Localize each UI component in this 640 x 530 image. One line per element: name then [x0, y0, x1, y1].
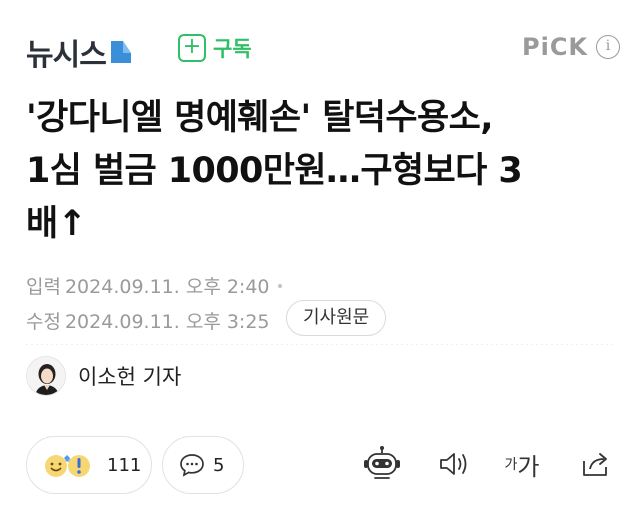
speaker-icon	[440, 453, 467, 475]
headline-line: 배↑	[26, 204, 87, 244]
comment-button[interactable]: 5	[162, 436, 244, 494]
logo-mark-icon	[110, 41, 131, 63]
original-article-button[interactable]: 기사원문	[286, 300, 387, 336]
separator-dot	[277, 283, 282, 288]
reporter-byline[interactable]: 이소헌 기자	[26, 356, 181, 396]
pick-badge: PiCK i	[522, 33, 621, 61]
reaction-count: 111	[107, 454, 142, 476]
reaction-button[interactable]: 111	[26, 436, 152, 494]
article-action-bar: 111 5 가가	[0, 436, 640, 496]
modified-label: 수정	[26, 311, 61, 333]
share-button[interactable]	[576, 444, 616, 484]
published-info: 입력 2024.09.11. 오후 2:40	[26, 272, 282, 299]
avatar-portrait-icon	[27, 357, 65, 395]
share-icon	[583, 453, 607, 476]
subscribe-label: 구독	[213, 37, 252, 61]
comment-count: 5	[213, 454, 225, 476]
article-header: 뉴시스 + 구독 PiCK i	[0, 0, 640, 96]
info-icon[interactable]: i	[596, 35, 621, 59]
font-size-small-label: 가	[504, 457, 518, 473]
published-label: 입력	[26, 276, 61, 298]
reporter-name: 이소헌 기자	[78, 365, 182, 389]
reporter-avatar	[26, 356, 66, 396]
pick-label: PiCK	[522, 33, 589, 61]
modified-time: 2024.09.11. 오후 3:25	[64, 311, 270, 333]
logo-text: 뉴시스	[26, 38, 107, 73]
font-size-button[interactable]: 가가	[500, 444, 544, 484]
headline-line: 1심 벌금 1000만원…구형보다 3	[26, 151, 523, 191]
comment-icon	[180, 454, 204, 477]
reaction-emoji-icon	[43, 449, 93, 481]
headline-line: '강다니엘 명예훼손' 탈덕수용소,	[26, 98, 494, 138]
newsis-logo[interactable]: 뉴시스	[26, 30, 133, 74]
modified-info: 수정 2024.09.11. 오후 3:25	[26, 307, 270, 334]
text-to-speech-button[interactable]	[434, 444, 474, 484]
dotted-divider	[26, 344, 614, 345]
font-size-large-label: 가	[517, 452, 540, 481]
summary-robot-button[interactable]	[362, 444, 402, 484]
article-headline: '강다니엘 명예훼손' 탈덕수용소, 1심 벌금 1000만원…구형보다 3 배…	[26, 92, 616, 251]
published-time: 2024.09.11. 오후 2:40	[64, 276, 270, 298]
plus-icon: +	[178, 34, 206, 62]
subscribe-button[interactable]: + 구독	[178, 33, 252, 63]
robot-summary-icon	[364, 446, 400, 479]
